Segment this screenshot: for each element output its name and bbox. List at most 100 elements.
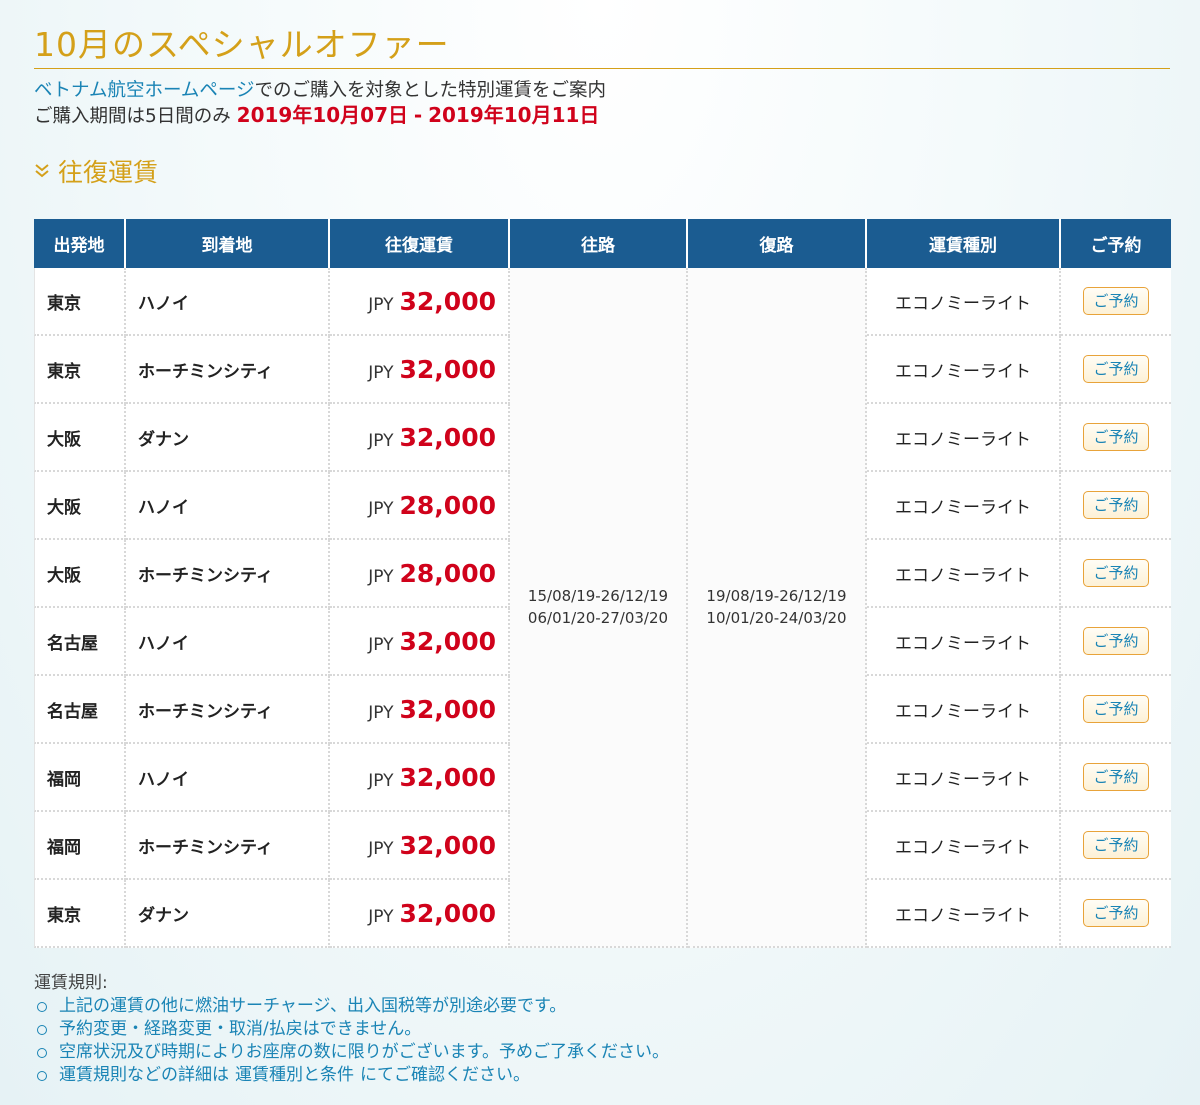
outbound-period-1: 15/08/19-26/12/19: [527, 587, 669, 605]
fare-amount: 28,000: [399, 558, 496, 588]
fare-rules-list: 上記の運賃の他に燃油サーチャージ、出入国税等が別途必要です。 予約変更・経路変更…: [34, 995, 669, 1087]
fare-amount: 32,000: [399, 830, 496, 860]
page-title: 10月のスペシャルオファー: [34, 25, 450, 64]
double-chevron-down-icon: [35, 164, 49, 178]
circle-bullet-icon: [37, 1001, 47, 1012]
intro-text: ベトナム航空ホームページでのご購入を対象とした特別運賃をご案内 ご購入期間は5日…: [34, 78, 606, 129]
fare-cell: JPY 32,000: [330, 676, 510, 744]
book-button[interactable]: ご予約: [1083, 355, 1149, 383]
fare-cell: JPY 32,000: [330, 404, 510, 472]
destination-cell: ハノイ: [126, 744, 330, 812]
circle-bullet-icon: [37, 1024, 47, 1035]
destination-cell: ハノイ: [126, 608, 330, 676]
currency: JPY: [368, 702, 394, 723]
origin-cell: 名古屋: [34, 676, 126, 744]
circle-bullet-icon: [37, 1047, 47, 1058]
currency: JPY: [368, 838, 394, 859]
origin-cell: 東京: [34, 336, 126, 404]
col-header-booking: ご予約: [1061, 219, 1171, 268]
destination-cell: ホーチミンシティ: [126, 540, 330, 608]
booking-cell: ご予約: [1061, 268, 1171, 336]
col-header-origin: 出発地: [34, 219, 126, 268]
fare-cell: JPY 28,000: [330, 540, 510, 608]
booking-cell: ご予約: [1061, 540, 1171, 608]
booking-cell: ご予約: [1061, 608, 1171, 676]
origin-cell: 大阪: [34, 404, 126, 472]
col-header-destination: 到着地: [126, 219, 330, 268]
book-button[interactable]: ご予約: [1083, 491, 1149, 519]
circle-bullet-icon: [37, 1070, 47, 1081]
period-end-date: 2019年10月11日: [428, 103, 600, 127]
fare-rules: 運賃規則: 上記の運賃の他に燃油サーチャージ、出入国税等が別途必要です。 予約変…: [34, 972, 669, 1087]
fare-amount: 32,000: [399, 694, 496, 724]
fare-rules-title: 運賃規則:: [34, 973, 108, 993]
fare-amount: 32,000: [399, 898, 496, 928]
booking-cell: ご予約: [1061, 472, 1171, 540]
section-title: 往復運賃: [58, 158, 159, 187]
currency: JPY: [368, 294, 394, 315]
rule-item: 予約変更・経路変更・取消/払戻はできません。: [34, 1018, 669, 1041]
fare-type-cell: エコノミーライト: [867, 880, 1061, 948]
fare-type-cell: エコノミーライト: [867, 540, 1061, 608]
booking-cell: ご予約: [1061, 336, 1171, 404]
inbound-period-2: 10/01/20-24/03/20: [706, 609, 847, 627]
destination-cell: ホーチミンシティ: [126, 812, 330, 880]
fare-cell: JPY 32,000: [330, 880, 510, 948]
destination-cell: ダナン: [126, 880, 330, 948]
book-button[interactable]: ご予約: [1083, 831, 1149, 859]
origin-cell: 大阪: [34, 540, 126, 608]
destination-cell: ダナン: [126, 404, 330, 472]
book-button[interactable]: ご予約: [1083, 763, 1149, 791]
booking-cell: ご予約: [1061, 744, 1171, 812]
period-start-date: 2019年10月07日: [236, 103, 408, 127]
book-button[interactable]: ご予約: [1083, 559, 1149, 587]
intro-description: でのご購入を対象とした特別運賃をご案内: [254, 80, 607, 101]
fare-cell: JPY 32,000: [330, 744, 510, 812]
vietnam-airlines-home-link[interactable]: ベトナム航空ホームページ: [34, 80, 255, 101]
book-button[interactable]: ご予約: [1083, 899, 1149, 927]
fare-amount: 32,000: [399, 286, 496, 316]
col-header-fare-type: 運賃種別: [867, 219, 1061, 268]
booking-cell: ご予約: [1061, 812, 1171, 880]
booking-cell: ご予約: [1061, 676, 1171, 744]
fare-type-cell: エコノミーライト: [867, 608, 1061, 676]
origin-cell: 福岡: [34, 744, 126, 812]
currency: JPY: [368, 362, 394, 383]
book-button[interactable]: ご予約: [1083, 423, 1149, 451]
currency: JPY: [368, 770, 394, 791]
section-heading[interactable]: 往復運賃: [34, 153, 158, 189]
fare-table-header: 出発地 到着地 往復運賃 往路 復路 運賃種別 ご予約: [34, 219, 1171, 268]
col-header-outbound: 往路: [510, 219, 688, 268]
fare-cell: JPY 32,000: [330, 268, 510, 336]
destination-cell: ハノイ: [126, 472, 330, 540]
book-button[interactable]: ご予約: [1083, 695, 1149, 723]
fare-conditions-link[interactable]: 運賃種別と条件: [235, 1064, 354, 1087]
fare-amount: 32,000: [399, 762, 496, 792]
fare-type-cell: エコノミーライト: [867, 268, 1061, 336]
booking-cell: ご予約: [1061, 404, 1171, 472]
inbound-period-1: 19/08/19-26/12/19: [706, 587, 847, 605]
fare-type-cell: エコノミーライト: [867, 812, 1061, 880]
fare-type-cell: エコノミーライト: [867, 744, 1061, 812]
fare-cell: JPY 32,000: [330, 812, 510, 880]
fare-type-cell: エコノミーライト: [867, 336, 1061, 404]
outbound-period-2: 06/01/20-27/03/20: [527, 609, 669, 627]
currency: JPY: [368, 634, 394, 655]
fare-cell: JPY 32,000: [330, 336, 510, 404]
booking-cell: ご予約: [1061, 880, 1171, 948]
outbound-period-cell: 15/08/19-26/12/19 06/01/20-27/03/20: [510, 268, 688, 948]
period-separator: -: [413, 103, 423, 127]
fare-table: 出発地 到着地 往復運賃 往路 復路 運賃種別 ご予約 東京 ハノイ JPY 32,0…: [34, 219, 1171, 948]
book-button[interactable]: ご予約: [1083, 287, 1149, 315]
fare-amount: 32,000: [399, 422, 496, 452]
title-divider: [34, 68, 1170, 69]
rule-item: 上記の運賃の他に燃油サーチャージ、出入国税等が別途必要です。: [34, 995, 669, 1018]
origin-cell: 福岡: [34, 812, 126, 880]
fare-type-cell: エコノミーライト: [867, 472, 1061, 540]
fare-table-body: 東京 ハノイ JPY 32,000 15/08/19-26/12/19 06/01/20-…: [34, 268, 1171, 948]
book-button[interactable]: ご予約: [1083, 627, 1149, 655]
rule-item: 空席状況及び時期によりお座席の数に限りがございます。予めご了承ください。: [34, 1041, 669, 1064]
fare-type-cell: エコノミーライト: [867, 404, 1061, 472]
origin-cell: 大阪: [34, 472, 126, 540]
rule-item: 運賃規則などの詳細は 運賃種別と条件 にてご確認ください。: [34, 1064, 669, 1087]
